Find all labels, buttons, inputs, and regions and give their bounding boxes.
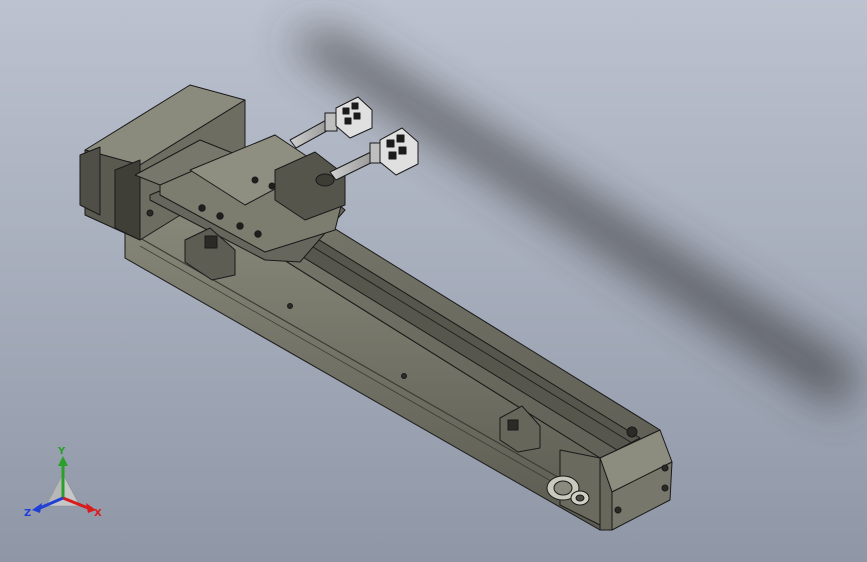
x-axis-label: X [94, 508, 102, 519]
cad-viewport[interactable]: Y X Z [0, 0, 867, 562]
z-axis-arrow [32, 503, 42, 513]
3d-model-view[interactable] [0, 0, 867, 562]
y-axis-arrow [58, 456, 68, 466]
y-axis-label: Y [57, 446, 66, 457]
z-axis-label: Z [24, 508, 31, 519]
coordinate-triad: Y X Z [24, 446, 102, 519]
